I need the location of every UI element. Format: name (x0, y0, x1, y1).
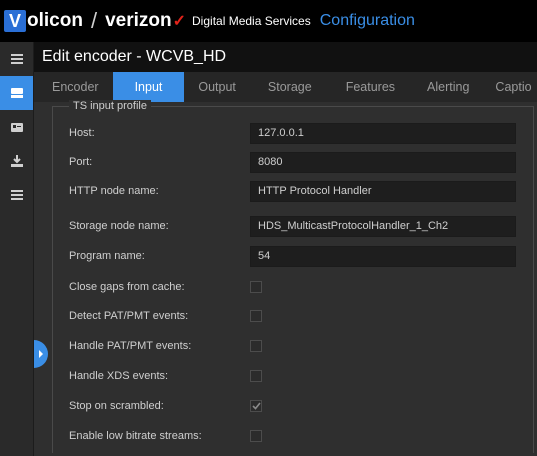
tab-encoder[interactable]: Encoder (38, 72, 113, 102)
tab-input[interactable]: Input (112, 72, 185, 102)
handle-xds-row: Handle XDS events: (53, 362, 533, 391)
port-input[interactable]: 8080 (250, 152, 516, 173)
stop-scrambled-checkbox[interactable] (250, 400, 262, 412)
sidebar-expand-handle[interactable] (34, 340, 48, 368)
port-row: Port: 8080 (53, 148, 533, 177)
program-name-input[interactable]: 54 (250, 246, 516, 267)
page-title-bar: Edit encoder - WCVB_HD (34, 42, 537, 72)
ts-input-profile-section: TS input profile Host: 127.0.0.1 Port: 8… (52, 100, 534, 453)
tab-output[interactable]: Output (184, 72, 250, 102)
handle-xds-checkbox[interactable] (250, 370, 262, 382)
tab-storage[interactable]: Storage (250, 72, 330, 102)
storage-node-input[interactable]: HDS_MulticastProtocolHandler_1_Ch2 (250, 216, 516, 237)
tab-captions[interactable]: Captio (485, 72, 537, 102)
host-label: Host: (69, 127, 95, 139)
page-title: Edit encoder - WCVB_HD (42, 48, 227, 65)
handle-xds-label: Handle XDS events: (69, 370, 169, 382)
storage-node-label: Storage node name: (69, 220, 169, 232)
brand-subtitle: Digital Media Services (192, 14, 311, 28)
chevron-right-icon (39, 350, 43, 358)
low-bitrate-checkbox[interactable] (250, 430, 262, 442)
program-name-row: Program name: 54 (53, 242, 533, 271)
stop-scrambled-row: Stop on scrambled: (53, 392, 533, 421)
close-gaps-row: Close gaps from cache: (53, 273, 533, 302)
tab-alerting[interactable]: Alerting (411, 72, 485, 102)
close-gaps-label: Close gaps from cache: (69, 281, 185, 293)
tab-bar: Encoder Input Output Storage Features Al… (34, 72, 537, 102)
host-row: Host: 127.0.0.1 (53, 119, 533, 148)
id-card-icon[interactable] (0, 110, 33, 144)
host-input[interactable]: 127.0.0.1 (250, 123, 516, 144)
http-node-label: HTTP node name: (69, 185, 159, 197)
close-gaps-checkbox[interactable] (250, 281, 262, 293)
detect-pat-label: Detect PAT/PMT events: (69, 310, 189, 322)
low-bitrate-row: Enable low bitrate streams: (53, 422, 533, 451)
brand-check-mark: ✓ (172, 13, 187, 30)
brand-logo-v: V (4, 10, 26, 32)
detect-pat-row: Detect PAT/PMT events: (53, 302, 533, 331)
http-node-row: HTTP node name: HTTP Protocol Handler (53, 177, 533, 206)
encoder-icon[interactable] (0, 76, 33, 110)
brand-verizon-text: verizon (105, 10, 172, 31)
app-section-title: Configuration (319, 12, 415, 29)
list-icon[interactable] (0, 178, 33, 212)
checkmark-icon (251, 402, 261, 410)
handle-pat-checkbox[interactable] (250, 340, 262, 352)
section-legend: TS input profile (69, 100, 151, 112)
handle-pat-row: Handle PAT/PMT events: (53, 332, 533, 361)
hamburger-menu-icon[interactable] (0, 42, 33, 76)
storage-node-row: Storage node name: HDS_MulticastProtocol… (53, 212, 533, 241)
sidebar (0, 42, 34, 456)
brand-volicon-text: olicon (27, 10, 83, 31)
download-icon[interactable] (0, 144, 33, 178)
tab-features[interactable]: Features (330, 72, 411, 102)
stop-scrambled-label: Stop on scrambled: (69, 400, 164, 412)
handle-pat-label: Handle PAT/PMT events: (69, 340, 192, 352)
app-header: V olicon / verizon ✓ Digital Media Servi… (0, 0, 537, 42)
brand-divider: / (90, 8, 98, 33)
detect-pat-checkbox[interactable] (250, 310, 262, 322)
program-name-label: Program name: (69, 250, 145, 262)
low-bitrate-label: Enable low bitrate streams: (69, 430, 202, 442)
http-node-input[interactable]: HTTP Protocol Handler (250, 181, 516, 202)
port-label: Port: (69, 156, 93, 168)
